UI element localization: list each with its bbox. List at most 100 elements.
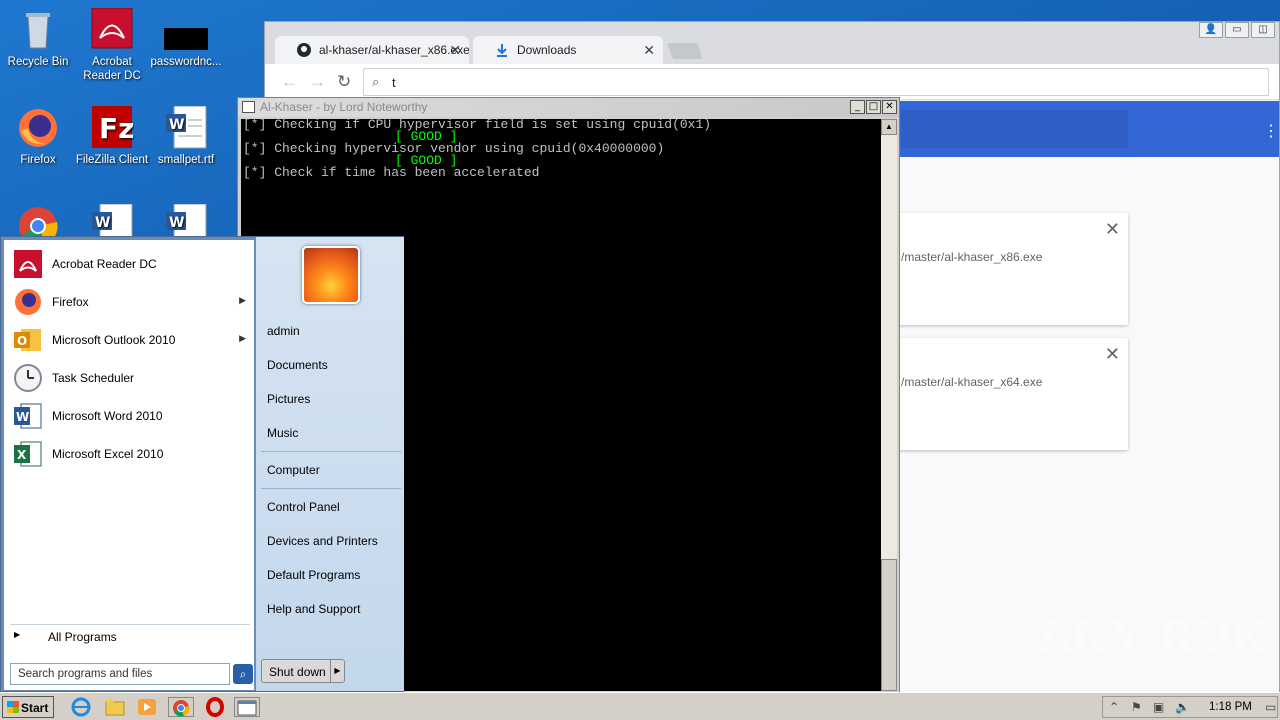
shutdown-button[interactable]: Shut down ▶ bbox=[261, 659, 345, 683]
search-icon: ⌕ bbox=[372, 74, 380, 89]
close-icon[interactable]: ✕ bbox=[1105, 344, 1120, 365]
network-icon[interactable]: ▣ bbox=[1153, 700, 1164, 714]
program-outlook[interactable]: O Microsoft Outlook 2010 ▶ bbox=[10, 322, 250, 358]
link-help-support[interactable]: Help and Support bbox=[267, 602, 360, 616]
link-computer[interactable]: Computer bbox=[267, 463, 320, 477]
firefox-icon bbox=[13, 287, 43, 317]
acrobat-icon bbox=[90, 7, 134, 52]
clock-icon bbox=[13, 363, 43, 393]
recycle-bin-icon bbox=[16, 8, 60, 52]
github-icon bbox=[297, 43, 311, 57]
scroll-up-icon[interactable]: ▲ bbox=[881, 119, 897, 135]
profile-icon[interactable]: 👤 bbox=[1199, 22, 1223, 38]
windows-logo-icon bbox=[7, 701, 19, 713]
minimize-button[interactable]: ▭ bbox=[1225, 22, 1249, 38]
divider bbox=[261, 488, 401, 489]
arrow-right-icon: ▶ bbox=[14, 630, 21, 639]
submenu-arrow-icon: ▶ bbox=[239, 333, 246, 343]
tab-label: al-khaser/al-khaser_x86.exe bbox=[319, 43, 469, 57]
media-player-icon[interactable] bbox=[136, 697, 158, 717]
start-menu-right-pane: admin Documents Pictures Music Computer … bbox=[256, 237, 404, 691]
link-admin[interactable]: admin bbox=[267, 324, 300, 338]
avatar[interactable] bbox=[302, 246, 360, 304]
window-controls: 👤 ▭ ◫ bbox=[1199, 22, 1275, 40]
close-icon[interactable]: ✕ bbox=[449, 42, 461, 59]
console-scrollbar[interactable]: ▲ bbox=[881, 119, 897, 691]
submenu-arrow-icon: ▶ bbox=[239, 295, 246, 305]
program-task-scheduler[interactable]: Task Scheduler bbox=[10, 360, 250, 396]
omnibox[interactable]: ⌕ t bbox=[363, 68, 1269, 96]
maximize-button[interactable]: □ bbox=[866, 100, 881, 114]
forward-icon[interactable]: → bbox=[309, 72, 326, 92]
flag-icon[interactable]: ⚑ bbox=[1131, 700, 1142, 714]
console-titlebar[interactable]: Al-Khaser - by Lord Noteworthy _ □ ✕ bbox=[238, 98, 899, 117]
desktop-icon-acrobat[interactable]: Acrobat Reader DC bbox=[74, 7, 150, 83]
console-taskbar-icon[interactable] bbox=[234, 697, 260, 717]
tab-github[interactable]: al-khaser/al-khaser_x86.exe ✕ bbox=[275, 36, 469, 64]
search-icon[interactable]: ⌕ bbox=[233, 664, 253, 684]
program-word[interactable]: W Microsoft Word 2010 bbox=[10, 398, 250, 434]
link-default-programs[interactable]: Default Programs bbox=[267, 568, 360, 582]
acrobat-icon bbox=[13, 249, 43, 279]
link-pictures[interactable]: Pictures bbox=[267, 392, 310, 406]
firefox-icon bbox=[16, 106, 60, 150]
excel-icon: X bbox=[13, 439, 43, 469]
ie-icon[interactable] bbox=[70, 697, 92, 717]
download-filename[interactable]: /master/al-khaser_x86.exe bbox=[901, 250, 1042, 264]
link-music[interactable]: Music bbox=[267, 426, 298, 440]
start-button[interactable]: Start bbox=[2, 696, 54, 718]
svg-text:W: W bbox=[169, 117, 184, 133]
program-acrobat[interactable]: Acrobat Reader DC bbox=[10, 246, 250, 282]
chrome-icon[interactable] bbox=[168, 697, 194, 717]
menu-icon[interactable]: ⋮ bbox=[1263, 121, 1279, 141]
restore-button[interactable]: ◫ bbox=[1251, 22, 1275, 38]
taskbar: Start ⌃ ⚑ ▣ 🔈 1:18 PM ▭ bbox=[0, 692, 1280, 720]
desktop-icon-filezilla[interactable]: Fz FileZilla Client bbox=[74, 106, 150, 167]
desktop-icon-smallpet[interactable]: W smallpet.rtf bbox=[148, 105, 224, 167]
desktop-icon-recycle-bin[interactable]: Recycle Bin bbox=[0, 8, 76, 69]
back-icon[interactable]: ← bbox=[281, 72, 298, 92]
minimize-button[interactable]: _ bbox=[850, 100, 865, 114]
desktop-icon-firefox[interactable]: Firefox bbox=[0, 106, 76, 167]
console-line: [*] Check if time has been accelerated bbox=[243, 165, 540, 180]
tab-strip: al-khaser/al-khaser_x86.exe ✕ Downloads … bbox=[265, 22, 1279, 64]
svg-text:O: O bbox=[17, 334, 27, 348]
program-excel[interactable]: X Microsoft Excel 2010 bbox=[10, 436, 250, 472]
tray-expand-icon[interactable]: ⌃ bbox=[1109, 700, 1119, 714]
reload-icon[interactable]: ↻ bbox=[337, 72, 351, 92]
svg-text:X: X bbox=[17, 448, 27, 462]
close-icon[interactable]: ✕ bbox=[1105, 219, 1120, 240]
link-devices-printers[interactable]: Devices and Printers bbox=[267, 534, 378, 548]
link-control-panel[interactable]: Control Panel bbox=[267, 500, 340, 514]
show-desktop-icon[interactable]: ▭ bbox=[1265, 700, 1276, 714]
close-button[interactable]: ✕ bbox=[882, 100, 897, 114]
new-tab-button[interactable] bbox=[667, 43, 703, 59]
download-filename[interactable]: /master/al-khaser_x64.exe bbox=[901, 375, 1042, 389]
folder-icon[interactable] bbox=[104, 697, 126, 717]
console-icon bbox=[242, 101, 255, 113]
svg-text:W: W bbox=[169, 215, 184, 231]
link-documents[interactable]: Documents bbox=[267, 358, 328, 372]
divider bbox=[261, 451, 401, 452]
shutdown-options-icon[interactable]: ▶ bbox=[330, 660, 344, 682]
console-window-controls: _ □ ✕ bbox=[850, 100, 897, 114]
tab-downloads[interactable]: Downloads ✕ bbox=[473, 36, 663, 64]
opera-icon[interactable] bbox=[204, 697, 226, 717]
black-file-icon bbox=[164, 8, 208, 52]
tab-label: Downloads bbox=[517, 43, 577, 57]
chrome-toolbar: ← → ↻ ⌕ t bbox=[265, 64, 1279, 100]
console-title: Al-Khaser - by Lord Noteworthy bbox=[260, 100, 428, 114]
downloads-search-box[interactable] bbox=[901, 110, 1128, 148]
search-input[interactable]: Search programs and files bbox=[10, 663, 230, 685]
clock[interactable]: 1:18 PM bbox=[1209, 701, 1252, 713]
word-doc-icon: W bbox=[164, 105, 208, 150]
console-line: [*] Checking if CPU hypervisor field is … bbox=[243, 117, 712, 132]
scroll-thumb[interactable] bbox=[881, 559, 897, 691]
svg-text:W: W bbox=[16, 410, 29, 424]
close-icon[interactable]: ✕ bbox=[643, 42, 655, 59]
download-icon bbox=[495, 43, 509, 57]
svg-text:W: W bbox=[95, 215, 110, 231]
volume-icon[interactable]: 🔈 bbox=[1175, 700, 1190, 714]
program-firefox[interactable]: Firefox ▶ bbox=[10, 284, 250, 320]
desktop-icon-passwordnc[interactable]: passwordnc... bbox=[148, 8, 224, 69]
